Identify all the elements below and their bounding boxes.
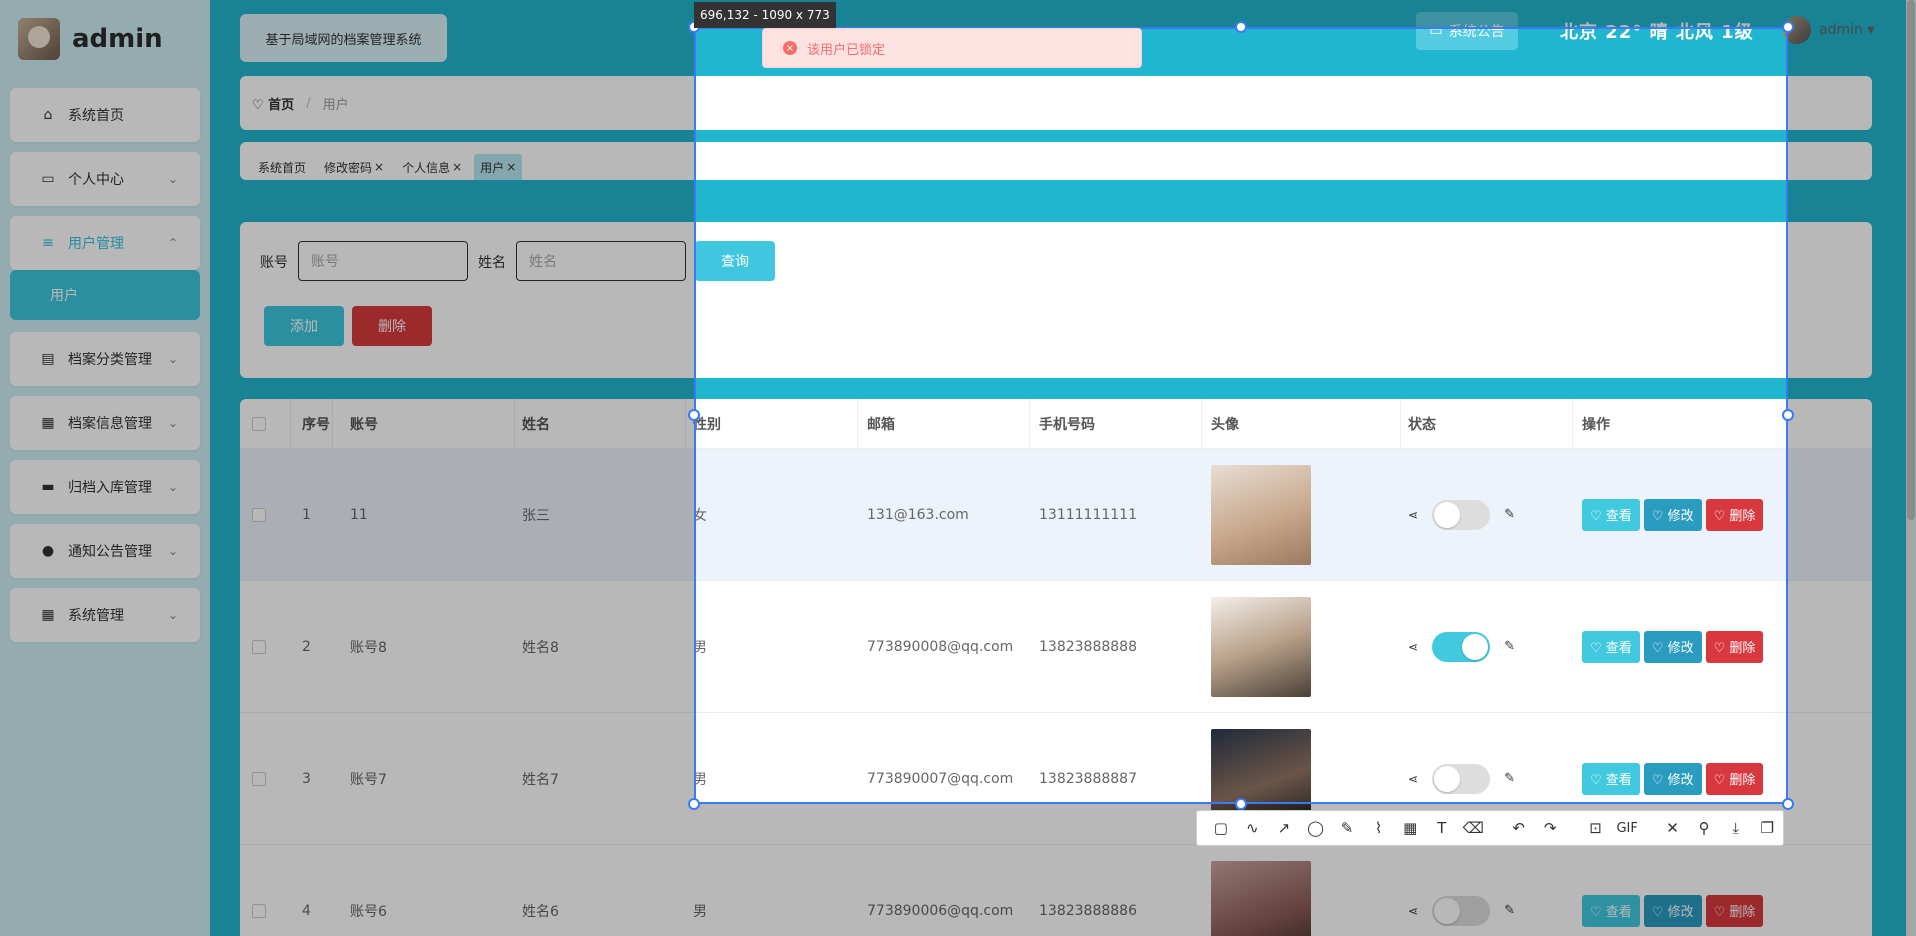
undo-icon[interactable]: ↶ (1503, 812, 1535, 844)
app-page: admin ⌂ 系统首页 ▭ 个人中心 ⌄ ≡ 用户管理 ⌃ 用户 ▤ 档案分类管理 ⌄ ▦ 档… (0, 0, 1916, 936)
download-icon[interactable]: ⤓ (1720, 812, 1752, 844)
error-icon: × (783, 41, 797, 55)
toolbar-separator (1489, 812, 1503, 844)
selection-size-label: 696,132 - 1090 x 773 (694, 2, 836, 28)
resize-handle[interactable] (1235, 21, 1247, 33)
capture-toolbar: ▢ ∿ ↗ ◯ ✎ ⌇ ▦ T ⌫ ↶ ↷ ⊡ GIF ✕ ⚲ ⤓ ❐ (1196, 810, 1784, 846)
toast-message: 该用户已锁定 (807, 42, 886, 58)
resize-handle[interactable] (688, 798, 700, 810)
circle-icon[interactable]: ◯ (1300, 812, 1332, 844)
arrow-icon[interactable]: ↗ (1268, 812, 1300, 844)
pin-icon[interactable]: ⚲ (1688, 812, 1720, 844)
resize-handle[interactable] (1782, 21, 1794, 33)
resize-handle[interactable] (1782, 409, 1794, 421)
text-icon[interactable]: T (1426, 812, 1458, 844)
dim-mask (0, 0, 1916, 27)
eraser-icon[interactable]: ⌫ (1458, 812, 1490, 844)
pen-icon[interactable]: ✎ (1331, 812, 1363, 844)
curve-icon[interactable]: ∿ (1237, 812, 1269, 844)
toolbar-separator (1643, 812, 1657, 844)
resize-handle[interactable] (688, 409, 700, 421)
rect-icon[interactable]: ▢ (1205, 812, 1237, 844)
dim-mask (1788, 27, 1916, 936)
redo-icon[interactable]: ↷ (1534, 812, 1566, 844)
marker-icon[interactable]: ⌇ (1363, 812, 1395, 844)
mosaic-icon[interactable]: ▦ (1394, 812, 1426, 844)
error-toast: × 该用户已锁定 (762, 28, 1142, 68)
gif-button[interactable]: GIF (1611, 812, 1643, 844)
toolbar-separator (1566, 812, 1580, 844)
capture-selection[interactable] (694, 27, 1788, 804)
dim-mask (0, 27, 694, 936)
close-icon[interactable]: ✕ (1657, 812, 1689, 844)
resize-handle[interactable] (1235, 798, 1247, 810)
resize-handle[interactable] (1782, 798, 1794, 810)
ocr-icon[interactable]: ⊡ (1580, 812, 1612, 844)
copy-icon[interactable]: ❐ (1751, 812, 1783, 844)
